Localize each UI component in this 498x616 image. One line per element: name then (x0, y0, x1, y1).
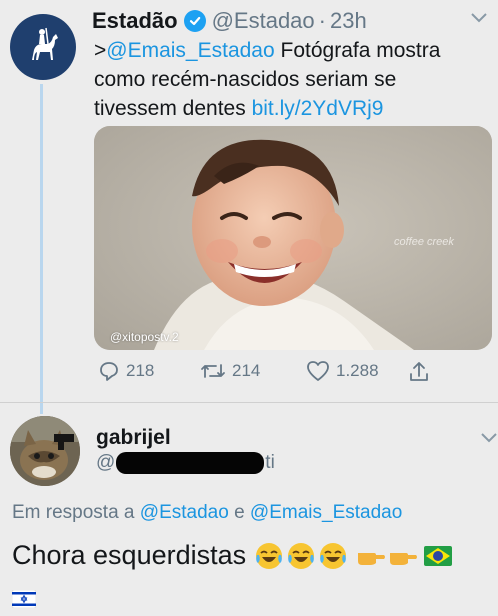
reply-action[interactable]: 218 (98, 360, 154, 382)
emoji-row (254, 541, 454, 571)
thread-line (40, 84, 43, 414)
verified-badge-icon (183, 10, 206, 32)
replying-mention-emais[interactable]: @Emais_Estadao (250, 502, 402, 523)
share-action[interactable] (408, 360, 430, 384)
chevron-down-icon[interactable] (470, 12, 488, 24)
display-name[interactable]: Estadão (92, 8, 178, 34)
tweet-media-photo[interactable]: coffee creek @xitopostv.2 (94, 126, 492, 350)
retweet-icon (201, 364, 225, 378)
divider (0, 402, 498, 403)
chevron-down-icon[interactable] (480, 432, 498, 444)
reply-text: Chora esquerdistas (12, 540, 454, 571)
retweet-action[interactable]: 214 (200, 360, 260, 382)
replying-prefix: Em resposta a (12, 502, 140, 523)
tweet-header: Estadão @Estadao · 23h (92, 8, 492, 34)
tweet-thread: Estadão @Estadao · 23h >@Emais_Estadao F… (0, 0, 498, 616)
media-watermark: @xitopostv.2 (110, 330, 179, 344)
pointing-hand-icon (390, 552, 418, 565)
replying-and: e (228, 502, 250, 523)
pointing-hand-icon (358, 552, 386, 565)
reply-body: Chora esquerdistas (12, 540, 247, 570)
reply-count: 218 (126, 361, 155, 380)
share-icon (410, 362, 428, 381)
timestamp[interactable]: 23h (330, 8, 367, 34)
replying-to: Em resposta a @Estadao e @Emais_Estadao (12, 502, 402, 524)
mention-link[interactable]: @Emais_Estadao (106, 39, 274, 62)
replying-mention-estadao[interactable]: @Estadao (140, 502, 229, 523)
url-link[interactable]: bit.ly/2YdVRj9 (252, 97, 384, 120)
tweet-actions: 218 214 1.288 (94, 360, 454, 390)
reply-handle-at: @ (96, 452, 116, 473)
retweet-count: 214 (232, 361, 261, 380)
face-with-tears-of-joy-icon (288, 542, 315, 569)
redaction-scribble (116, 452, 264, 474)
tweet-text: >@Emais_Estadao Fotógrafa mostra como re… (94, 36, 484, 123)
horse-rider-logo-icon (32, 27, 58, 60)
reply-icon (100, 362, 118, 381)
gabrijel-avatar[interactable] (10, 416, 80, 486)
reply-display-name[interactable]: gabrijel (96, 426, 171, 450)
brazil-flag-icon (424, 545, 453, 566)
israel-flag-icon (12, 590, 36, 608)
like-count: 1.288 (336, 361, 379, 380)
estadao-avatar[interactable] (10, 14, 76, 80)
photographer-signature: coffee creek (394, 236, 454, 248)
heart-icon (307, 361, 329, 381)
text-prefix: > (94, 39, 107, 62)
cat-with-gun-avatar (10, 416, 80, 486)
face-with-tears-of-joy-icon (256, 542, 283, 569)
reply-handle-tail: ti (265, 452, 275, 473)
like-action[interactable]: 1.288 (306, 360, 379, 382)
separator: · (318, 8, 326, 33)
face-with-tears-of-joy-icon (320, 542, 347, 569)
handle[interactable]: @Estadao (212, 8, 315, 34)
